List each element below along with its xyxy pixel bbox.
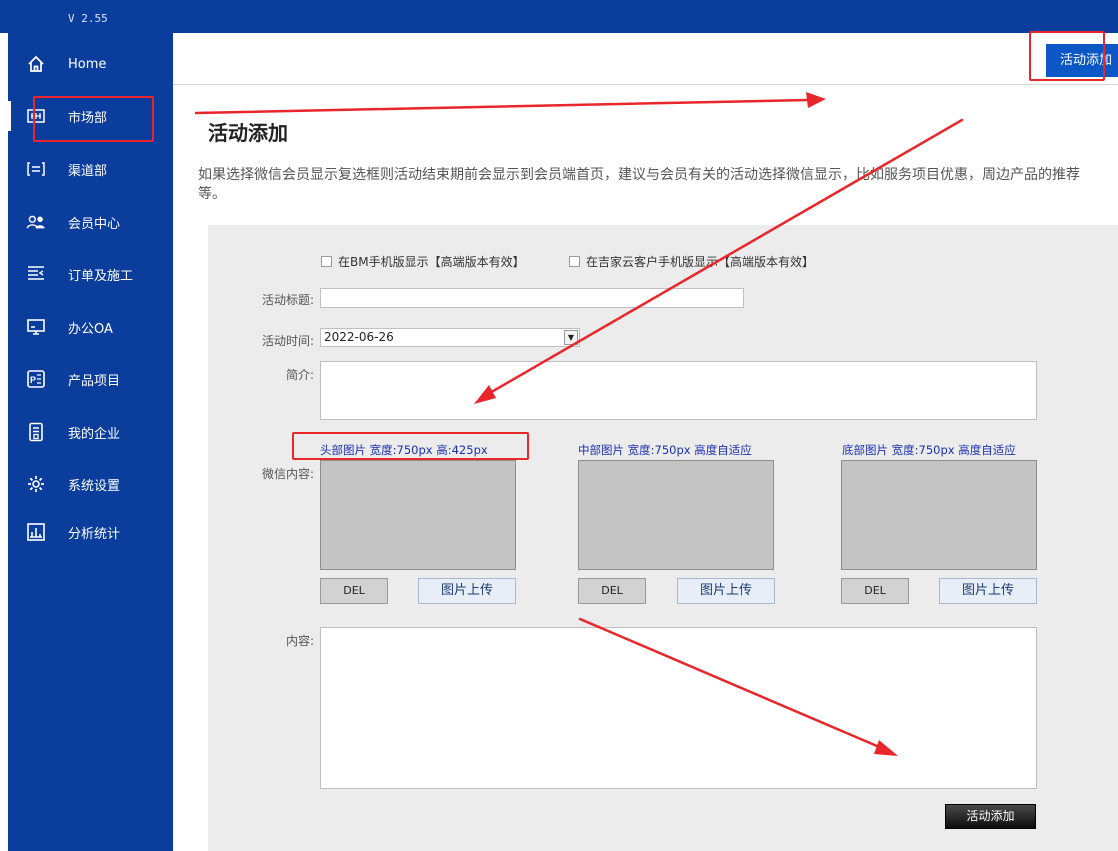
annotation-arrow <box>486 118 964 396</box>
annotation-arrow <box>194 98 810 115</box>
arrow-head <box>874 740 898 756</box>
annotation-arrows <box>194 92 964 756</box>
arrow-head <box>474 385 496 404</box>
arrow-head <box>806 92 826 108</box>
annotation-arrow <box>578 617 886 751</box>
